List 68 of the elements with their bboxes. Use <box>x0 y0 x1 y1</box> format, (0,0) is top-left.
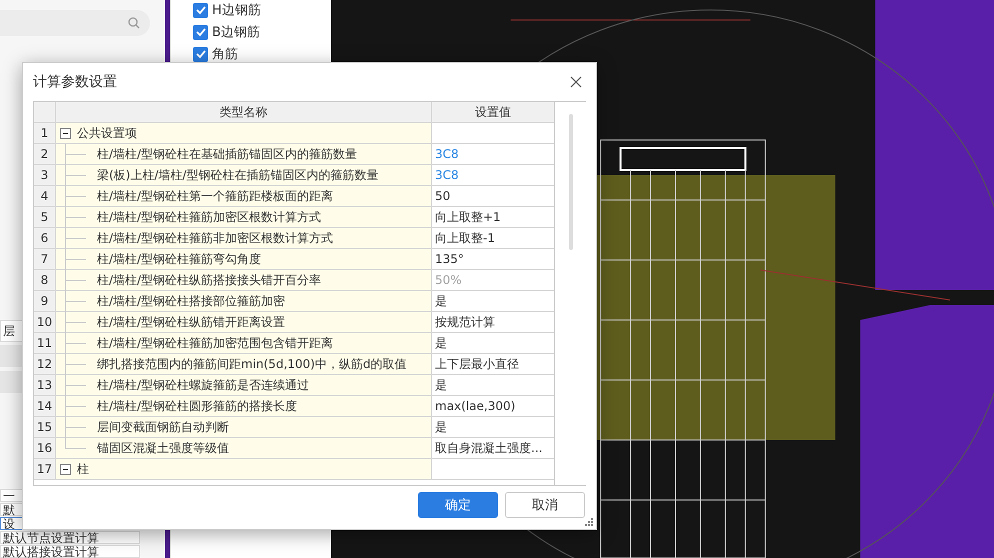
checkbox[interactable] <box>193 24 208 40</box>
parameter-name: 柱/墙柱/型钢砼柱第一个箍筋距楼板面的距离 <box>97 188 334 204</box>
parameter-name: 柱/墙柱/型钢砼柱箍筋加密范围包含错开距离 <box>97 334 334 352</box>
parameter-name: 柱/墙柱/型钢砼柱圆形箍筋的搭接长度 <box>97 398 298 414</box>
parameter-name: 锚固区混凝土强度等级值 <box>97 440 229 456</box>
row-number: 10 <box>34 312 56 332</box>
row-number: 13 <box>34 375 56 395</box>
parameter-name: 梁(板)上柱/墙柱/型钢砼柱在插筋锚固区内的箍筋数量 <box>97 166 378 184</box>
row-number: 16 <box>34 438 56 458</box>
checkbox-label: H边钢筋 <box>212 2 261 19</box>
row-number: 6 <box>34 228 56 248</box>
group-name: 柱 <box>77 460 89 478</box>
row-number: 8 <box>34 270 56 290</box>
parameter-name: 柱/墙柱/型钢砼柱箍筋加密区根数计算方式 <box>97 208 322 226</box>
parameter-value[interactable]: 取自身混凝土强度... <box>435 440 542 456</box>
parameter-name: 柱/墙柱/型钢砼柱搭接部位箍筋加密 <box>97 292 286 310</box>
parameter-value[interactable]: 按规范计算 <box>435 314 495 330</box>
parameter-value[interactable]: 3C8 <box>435 168 459 182</box>
parameter-value[interactable]: 是 <box>435 334 447 352</box>
row-number: 4 <box>34 186 56 206</box>
group-name: 公共设置项 <box>77 124 137 142</box>
column-header[interactable]: 设置值 <box>432 102 554 122</box>
checkbox[interactable] <box>193 46 208 62</box>
row-number: 1 <box>34 123 56 143</box>
row-number: 5 <box>34 207 56 227</box>
search-icon <box>128 17 140 29</box>
parameter-value[interactable]: max(lae,300) <box>435 399 516 413</box>
parameter-value[interactable]: 是 <box>435 418 447 436</box>
parameter-name: 绑扎搭接范围内的箍筋间距min(5d,100)中，纵筋d的取值 <box>97 356 407 372</box>
resize-grip-icon[interactable] <box>585 518 593 526</box>
parameter-value[interactable]: 向上取整-1 <box>435 230 495 246</box>
row-number: 11 <box>34 333 56 353</box>
row-number: 12 <box>34 354 56 374</box>
checkbox-label: 角筋 <box>212 46 238 63</box>
parameter-name: 柱/墙柱/型钢砼柱箍筋弯勾角度 <box>97 250 262 268</box>
collapse-icon[interactable] <box>60 464 71 474</box>
dialog-title: 计算参数设置 <box>33 73 117 91</box>
parameter-name: 柱/墙柱/型钢砼柱在基础插筋锚固区内的箍筋数量 <box>97 146 358 162</box>
parameter-name: 柱/墙柱/型钢砼柱箍筋非加密区根数计算方式 <box>97 230 334 246</box>
row-number: 2 <box>34 144 56 164</box>
confirm-button[interactable]: 确定 <box>418 492 498 518</box>
parameter-name: 层间变截面钢筋自动判断 <box>97 418 229 436</box>
close-icon[interactable] <box>570 76 582 88</box>
row-number: 9 <box>34 291 56 311</box>
parameter-value[interactable]: 是 <box>435 376 447 394</box>
scrollbar-thumb[interactable] <box>568 114 572 250</box>
parameter-name: 柱/墙柱/型钢砼柱纵筋错开距离设置 <box>97 314 286 330</box>
parameter-name: 柱/墙柱/型钢砼柱螺旋箍筋是否连续通过 <box>97 376 310 394</box>
parameter-value[interactable]: 3C8 <box>435 147 459 161</box>
row-number: 14 <box>34 396 56 416</box>
parameter-name: 柱/墙柱/型钢砼柱纵筋搭接接头错开百分率 <box>97 272 322 288</box>
cancel-button[interactable]: 取消 <box>505 492 585 518</box>
collapse-icon[interactable] <box>60 128 71 138</box>
parameter-value[interactable]: 向上取整+1 <box>435 208 501 226</box>
parameter-value[interactable]: 135° <box>435 252 464 266</box>
row-number: 17 <box>34 459 56 479</box>
list-item[interactable]: 默认节点设置计算 <box>0 531 140 544</box>
row-number: 3 <box>34 165 56 185</box>
parameter-value[interactable]: 是 <box>435 292 447 310</box>
parameter-value[interactable]: 上下层最小直径 <box>435 356 519 372</box>
row-number: 7 <box>34 249 56 269</box>
parameter-value[interactable]: 50 <box>435 189 450 203</box>
search-field[interactable] <box>0 10 150 36</box>
checkbox-label: B边钢筋 <box>212 24 260 41</box>
column-header[interactable]: 类型名称 <box>56 102 432 122</box>
checkbox[interactable] <box>193 2 208 18</box>
list-item[interactable]: 默认搭接设置计算 <box>0 545 140 558</box>
row-number: 15 <box>34 417 56 437</box>
